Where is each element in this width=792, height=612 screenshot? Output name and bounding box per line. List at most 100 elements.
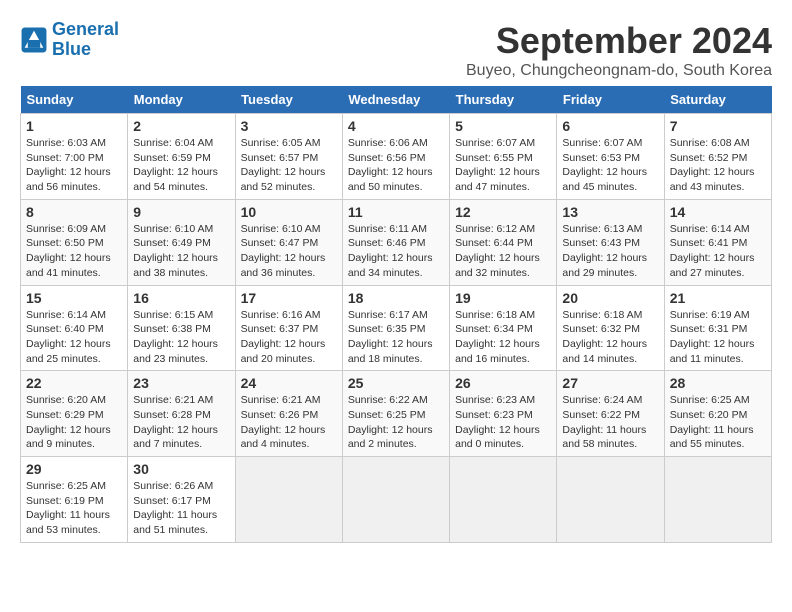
cell-info: Sunrise: 6:25 AMSunset: 6:19 PMDaylight:…	[26, 479, 122, 538]
calendar-cell: 3 Sunrise: 6:05 AMSunset: 6:57 PMDaylight…	[235, 114, 342, 200]
calendar-cell: 18Sunrise: 6:17 AMSunset: 6:35 PMDayligh…	[342, 285, 449, 371]
day-number: 24	[241, 375, 337, 391]
cell-info: Sunrise: 6:03 AMSunset: 7:00 PMDaylight:…	[26, 136, 122, 195]
calendar-cell: 12Sunrise: 6:12 AMSunset: 6:44 PMDayligh…	[450, 199, 557, 285]
cell-info: Sunrise: 6:16 AMSunset: 6:37 PMDaylight:…	[241, 308, 337, 367]
day-number: 11	[348, 204, 444, 220]
day-number: 13	[562, 204, 658, 220]
calendar-cell: 27 Sunrise: 6:24 AMSunset: 6:22 PMDayligh…	[557, 371, 664, 457]
calendar-cell: 7 Sunrise: 6:08 AMSunset: 6:52 PMDaylight…	[664, 114, 771, 200]
calendar-cell: 11 Sunrise: 6:11 AMSunset: 6:46 PMDayligh…	[342, 199, 449, 285]
weekday-header-tuesday: Tuesday	[235, 86, 342, 114]
weekday-header-monday: Monday	[128, 86, 235, 114]
day-number: 1	[26, 118, 122, 134]
calendar-cell: 9 Sunrise: 6:10 AMSunset: 6:49 PMDaylight…	[128, 199, 235, 285]
calendar-cell	[557, 457, 664, 543]
cell-info: Sunrise: 6:07 AMSunset: 6:53 PMDaylight:…	[562, 136, 658, 195]
day-number: 28	[670, 375, 766, 391]
calendar-cell: 24 Sunrise: 6:21 AMSunset: 6:26 PMDayligh…	[235, 371, 342, 457]
calendar-cell: 22 Sunrise: 6:20 AMSunset: 6:29 PMDayligh…	[21, 371, 128, 457]
weekday-header-thursday: Thursday	[450, 86, 557, 114]
cell-info: Sunrise: 6:11 AMSunset: 6:46 PMDaylight:…	[348, 222, 444, 281]
calendar-cell: 29 Sunrise: 6:25 AMSunset: 6:19 PMDayligh…	[21, 457, 128, 543]
day-number: 16	[133, 290, 229, 306]
cell-info: Sunrise: 6:17 AMSunset: 6:35 PMDaylight:…	[348, 308, 444, 367]
day-number: 5	[455, 118, 551, 134]
calendar-header-row: SundayMondayTuesdayWednesdayThursdayFrid…	[21, 86, 772, 114]
day-number: 10	[241, 204, 337, 220]
calendar-cell: 30 Sunrise: 6:26 AMSunset: 6:17 PMDayligh…	[128, 457, 235, 543]
day-number: 15	[26, 290, 122, 306]
month-title: September 2024	[466, 20, 772, 62]
calendar-cell: 13 Sunrise: 6:13 AMSunset: 6:43 PMDayligh…	[557, 199, 664, 285]
cell-info: Sunrise: 6:06 AMSunset: 6:56 PMDaylight:…	[348, 136, 444, 195]
cell-info: Sunrise: 6:23 AMSunset: 6:23 PMDaylight:…	[455, 393, 551, 452]
calendar-week-row: 1 Sunrise: 6:03 AMSunset: 7:00 PMDaylight…	[21, 114, 772, 200]
calendar-cell: 1 Sunrise: 6:03 AMSunset: 7:00 PMDaylight…	[21, 114, 128, 200]
calendar-cell: 8 Sunrise: 6:09 AMSunset: 6:50 PMDaylight…	[21, 199, 128, 285]
calendar-cell: 5 Sunrise: 6:07 AMSunset: 6:55 PMDaylight…	[450, 114, 557, 200]
day-number: 6	[562, 118, 658, 134]
cell-info: Sunrise: 6:25 AMSunset: 6:20 PMDaylight:…	[670, 393, 766, 452]
calendar-week-row: 8 Sunrise: 6:09 AMSunset: 6:50 PMDaylight…	[21, 199, 772, 285]
title-block: September 2024 Buyeo, Chungcheongnam-do,…	[466, 20, 772, 80]
cell-info: Sunrise: 6:18 AMSunset: 6:32 PMDaylight:…	[562, 308, 658, 367]
cell-info: Sunrise: 6:10 AMSunset: 6:47 PMDaylight:…	[241, 222, 337, 281]
calendar-cell	[235, 457, 342, 543]
day-number: 29	[26, 461, 122, 477]
cell-info: Sunrise: 6:20 AMSunset: 6:29 PMDaylight:…	[26, 393, 122, 452]
day-number: 22	[26, 375, 122, 391]
cell-info: Sunrise: 6:24 AMSunset: 6:22 PMDaylight:…	[562, 393, 658, 452]
calendar-cell	[450, 457, 557, 543]
cell-info: Sunrise: 6:10 AMSunset: 6:49 PMDaylight:…	[133, 222, 229, 281]
calendar-week-row: 15 Sunrise: 6:14 AMSunset: 6:40 PMDayligh…	[21, 285, 772, 371]
day-number: 27	[562, 375, 658, 391]
day-number: 3	[241, 118, 337, 134]
day-number: 25	[348, 375, 444, 391]
day-number: 12	[455, 204, 551, 220]
cell-info: Sunrise: 6:19 AMSunset: 6:31 PMDaylight:…	[670, 308, 766, 367]
day-number: 30	[133, 461, 229, 477]
cell-info: Sunrise: 6:05 AMSunset: 6:57 PMDaylight:…	[241, 136, 337, 195]
cell-info: Sunrise: 6:18 AMSunset: 6:34 PMDaylight:…	[455, 308, 551, 367]
cell-info: Sunrise: 6:13 AMSunset: 6:43 PMDaylight:…	[562, 222, 658, 281]
location-title: Buyeo, Chungcheongnam-do, South Korea	[466, 62, 772, 80]
cell-info: Sunrise: 6:15 AMSunset: 6:38 PMDaylight:…	[133, 308, 229, 367]
day-number: 9	[133, 204, 229, 220]
cell-info: Sunrise: 6:07 AMSunset: 6:55 PMDaylight:…	[455, 136, 551, 195]
cell-info: Sunrise: 6:04 AMSunset: 6:59 PMDaylight:…	[133, 136, 229, 195]
day-number: 4	[348, 118, 444, 134]
weekday-header-wednesday: Wednesday	[342, 86, 449, 114]
calendar-week-row: 22 Sunrise: 6:20 AMSunset: 6:29 PMDayligh…	[21, 371, 772, 457]
cell-info: Sunrise: 6:09 AMSunset: 6:50 PMDaylight:…	[26, 222, 122, 281]
calendar-cell: 19 Sunrise: 6:18 AMSunset: 6:34 PMDayligh…	[450, 285, 557, 371]
weekday-header-saturday: Saturday	[664, 86, 771, 114]
calendar-cell: 2 Sunrise: 6:04 AMSunset: 6:59 PMDaylight…	[128, 114, 235, 200]
calendar-cell: 10 Sunrise: 6:10 AMSunset: 6:47 PMDayligh…	[235, 199, 342, 285]
day-number: 26	[455, 375, 551, 391]
logo-text: General Blue	[52, 20, 119, 60]
calendar-cell: 17Sunrise: 6:16 AMSunset: 6:37 PMDayligh…	[235, 285, 342, 371]
day-number: 19	[455, 290, 551, 306]
calendar-cell: 14Sunrise: 6:14 AMSunset: 6:41 PMDayligh…	[664, 199, 771, 285]
day-number: 7	[670, 118, 766, 134]
cell-info: Sunrise: 6:08 AMSunset: 6:52 PMDaylight:…	[670, 136, 766, 195]
calendar-cell	[342, 457, 449, 543]
day-number: 14	[670, 204, 766, 220]
logo-blue: Blue	[52, 39, 91, 59]
weekday-header-friday: Friday	[557, 86, 664, 114]
cell-info: Sunrise: 6:21 AMSunset: 6:26 PMDaylight:…	[241, 393, 337, 452]
calendar-table: SundayMondayTuesdayWednesdayThursdayFrid…	[20, 86, 772, 543]
calendar-cell: 28 Sunrise: 6:25 AMSunset: 6:20 PMDayligh…	[664, 371, 771, 457]
calendar-cell	[664, 457, 771, 543]
day-number: 8	[26, 204, 122, 220]
calendar-cell: 15 Sunrise: 6:14 AMSunset: 6:40 PMDayligh…	[21, 285, 128, 371]
day-number: 21	[670, 290, 766, 306]
day-number: 20	[562, 290, 658, 306]
calendar-cell: 21 Sunrise: 6:19 AMSunset: 6:31 PMDayligh…	[664, 285, 771, 371]
weekday-header-sunday: Sunday	[21, 86, 128, 114]
calendar-cell: 25Sunrise: 6:22 AMSunset: 6:25 PMDayligh…	[342, 371, 449, 457]
day-number: 2	[133, 118, 229, 134]
cell-info: Sunrise: 6:26 AMSunset: 6:17 PMDaylight:…	[133, 479, 229, 538]
cell-info: Sunrise: 6:14 AMSunset: 6:40 PMDaylight:…	[26, 308, 122, 367]
